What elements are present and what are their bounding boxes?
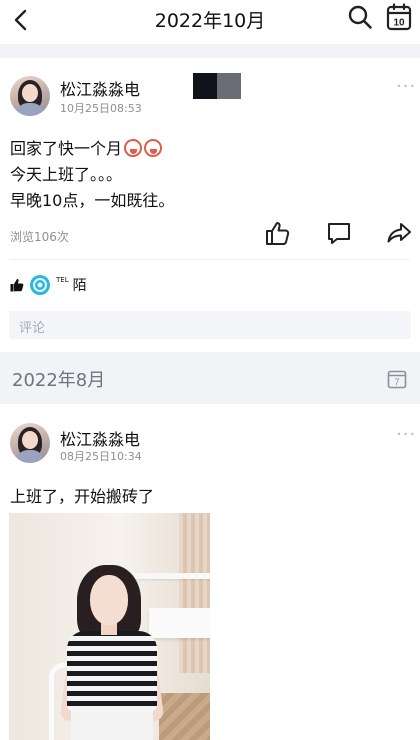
liker-name[interactable]: 陌 — [73, 275, 87, 295]
calendar-day: 10 — [393, 18, 405, 29]
emoji-icon — [144, 139, 163, 157]
likes-row: TEL 陌 — [10, 275, 87, 295]
author-name[interactable]: 松江淼淼电 — [60, 426, 140, 450]
redaction-block — [193, 73, 217, 99]
avatar[interactable] — [10, 423, 50, 463]
post-text-line: 今天上班了。。。 — [10, 165, 123, 184]
month-section-header: 2022年8月 7 — [0, 352, 420, 404]
calendar-icon[interactable]: 10 — [386, 3, 412, 31]
post-text-line: 回家了快一个月 — [10, 135, 163, 159]
post-photo[interactable] — [9, 513, 210, 740]
post-time: 10月25日08:53 — [60, 102, 142, 115]
top-bar: 2022年10月 10 — [0, 0, 420, 44]
post-time: 08月25日10:34 — [60, 450, 142, 463]
thumbs-up-icon — [10, 279, 24, 292]
comment-input[interactable]: 评论 — [9, 311, 411, 339]
more-icon[interactable]: ··· — [396, 76, 416, 97]
blur-patch — [144, 72, 184, 120]
post-text-line: 早晚10点，一如既往。 — [10, 191, 175, 210]
more-icon[interactable]: ··· — [396, 424, 416, 445]
calendar-small-icon[interactable]: 7 — [387, 369, 407, 389]
liker-tag: TEL — [56, 276, 69, 284]
view-count: 浏览106次 — [10, 230, 69, 244]
liker-avatar[interactable] — [30, 275, 50, 295]
redaction-block — [217, 73, 241, 99]
avatar[interactable] — [10, 76, 50, 116]
section-label: 2022年8月 — [12, 370, 106, 391]
post-text-line: 上班了，开始搬砖了 — [10, 487, 155, 506]
blur-patch — [144, 422, 184, 468]
comment-icon[interactable] — [325, 219, 353, 247]
divider — [10, 259, 410, 260]
author-name[interactable]: 松江淼淼电 — [60, 76, 140, 100]
search-icon[interactable] — [347, 4, 373, 30]
calendar-day: 7 — [394, 377, 399, 387]
separator — [0, 44, 420, 58]
like-icon[interactable] — [263, 219, 291, 247]
share-icon[interactable] — [385, 219, 413, 247]
emoji-icon — [124, 139, 143, 157]
